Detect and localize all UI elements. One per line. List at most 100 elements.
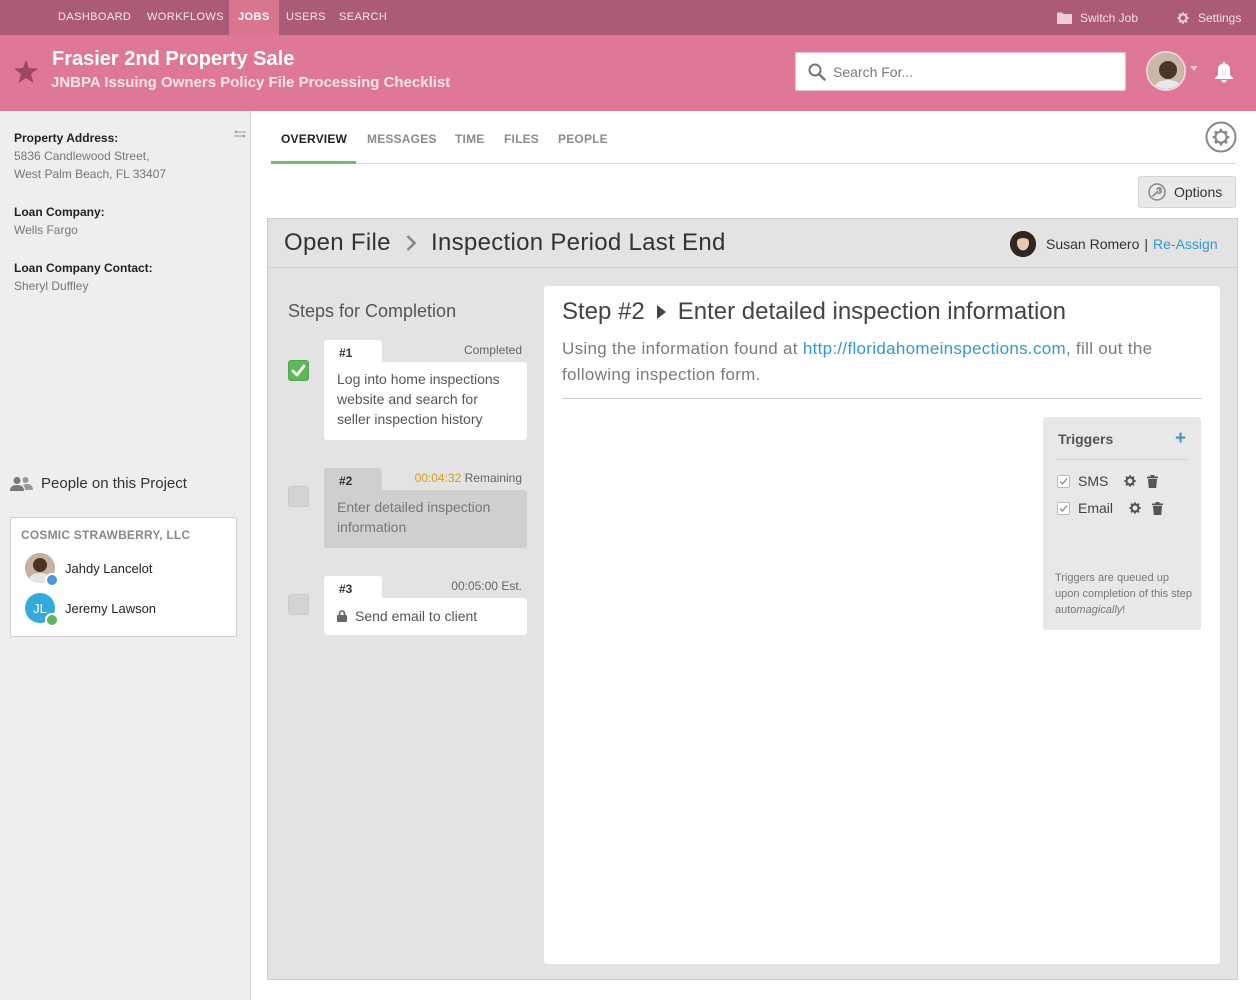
gear-icon <box>1177 11 1189 24</box>
person-jeremy-lawson[interactable]: JL Jeremy Lawson <box>25 593 157 627</box>
sidebar: Property Address: 5836 Candlewood Street… <box>0 111 251 1000</box>
step-3-checkbox[interactable] <box>288 594 309 615</box>
nav-users[interactable]: USERS <box>277 0 335 35</box>
step-label: Step #2 <box>562 298 645 325</box>
active-tab-indicator <box>271 161 356 164</box>
user-avatar[interactable] <box>1146 51 1186 91</box>
nav-jobs[interactable]: JOBS <box>229 0 279 35</box>
people-section-header: People on this Project <box>10 475 187 492</box>
lock-icon <box>337 610 347 622</box>
switch-job-label: Switch Job <box>1080 10 1139 25</box>
trash-icon[interactable] <box>1152 501 1163 515</box>
nav-search[interactable]: SEARCH <box>330 0 396 35</box>
step-2-status: 00:04:32 Remaining <box>398 471 522 485</box>
step-2-number: #2 <box>324 468 382 490</box>
step-3-status-text: Est. <box>501 579 522 593</box>
checkbox-icon[interactable] <box>1057 501 1070 515</box>
star-icon[interactable] <box>14 60 38 83</box>
loan-contact-label: Loan Company Contact: <box>14 261 153 275</box>
search-box <box>795 52 1126 91</box>
triggers-box: Triggers + SMS Email Triggers are queued… <box>1043 417 1201 630</box>
options-button[interactable]: Options <box>1138 176 1236 208</box>
property-address-label: Property Address: <box>14 131 119 145</box>
star-badge-icon <box>45 573 59 587</box>
add-trigger-button[interactable]: + <box>1175 428 1186 450</box>
switch-job-link[interactable]: Switch Job <box>1057 0 1138 35</box>
wrench-icon <box>1148 183 1166 201</box>
step-2-checkbox[interactable] <box>288 486 309 507</box>
top-nav: DASHBOARD WORKFLOWS JOBS USERS SEARCH Sw… <box>0 0 1256 35</box>
person-name: Jeremy Lawson <box>65 600 157 616</box>
note-end: ! <box>1122 604 1126 616</box>
tab-bar: OVERVIEW MESSAGES TIME FILES PEOPLE <box>271 111 1236 164</box>
step-1-card[interactable]: Log into home inspections website and se… <box>324 362 527 440</box>
gear-icon[interactable] <box>1123 474 1137 488</box>
tab-messages[interactable]: MESSAGES <box>367 132 437 146</box>
job-subtitle: JNBPA Issuing Owners Policy File Process… <box>51 74 451 91</box>
reassign-link[interactable]: Re-Assign <box>1153 236 1218 252</box>
check-icon <box>291 364 306 377</box>
nav-dashboard[interactable]: DASHBOARD <box>49 0 140 35</box>
avatar: JL <box>25 593 59 627</box>
nav-workflows[interactable]: WORKFLOWS <box>138 0 233 35</box>
divider <box>1056 459 1187 460</box>
chevron-down-icon[interactable] <box>1190 66 1198 71</box>
caret-right-icon <box>656 305 666 319</box>
step-detail: Step #2 Enter detailed inspection inform… <box>544 286 1220 964</box>
key-badge-icon <box>45 613 59 627</box>
loan-company-value: Wells Fargo <box>14 223 78 237</box>
step-title: Enter detailed inspection information <box>677 298 1066 325</box>
workflow-panel: Open File Inspection Period Last End Sus… <box>267 218 1238 980</box>
collapse-sidebar-icon[interactable] <box>234 129 246 139</box>
step-2-card[interactable]: Enter detailed inspection information <box>324 490 527 548</box>
person-jahdy-lancelot[interactable]: Jahdy Lancelot <box>25 553 152 587</box>
search-input[interactable] <box>833 61 1113 83</box>
tab-files[interactable]: FILES <box>504 132 539 146</box>
step-3-card[interactable]: Send email to client <box>324 598 527 635</box>
trigger-name: Email <box>1078 500 1114 516</box>
desc-text-before: Using the information found at <box>562 339 803 358</box>
trigger-email: Email <box>1057 500 1173 516</box>
trigger-sms: SMS <box>1057 473 1168 489</box>
property-address-line1: 5836 Candlewood Street, <box>14 149 150 163</box>
avatar-initials: JL <box>33 600 47 616</box>
folder-icon <box>1057 12 1072 24</box>
breadcrumb-current-stage: Inspection Period Last End <box>431 229 726 256</box>
trash-icon[interactable] <box>1147 474 1158 488</box>
step-2-timer: 00:04:32 <box>414 471 462 485</box>
step-1-number: #1 <box>324 340 382 362</box>
steps-title: Steps for Completion <box>288 301 457 321</box>
company-card: COSMIC STRAWBERRY, LLC Jahdy Lancelot JL… <box>10 517 237 637</box>
step-3-status: 00:05:00 Est. <box>398 579 522 593</box>
avatar <box>25 553 59 587</box>
panel-header: Open File Inspection Period Last End Sus… <box>268 219 1237 268</box>
inspection-site-link[interactable]: http://floridahomeinspections.com <box>803 339 1066 358</box>
triggers-note: Triggers are queued up upon completion o… <box>1055 570 1195 618</box>
people-section-title: People on this Project <box>41 475 187 492</box>
tab-overview[interactable]: OVERVIEW <box>281 132 347 146</box>
divider <box>562 398 1202 399</box>
step-1-status-text: Completed <box>463 343 522 357</box>
assignee-name: Susan Romero <box>1046 236 1140 252</box>
options-label: Options <box>1174 184 1223 200</box>
people-icon <box>10 476 33 491</box>
settings-link[interactable]: Settings <box>1176 0 1241 35</box>
company-name: COSMIC STRAWBERRY, LLC <box>21 528 191 542</box>
chevron-right-icon <box>406 235 416 251</box>
property-address-line2: West Palm Beach, FL 33407 <box>14 167 167 181</box>
bell-icon[interactable] <box>1214 61 1234 83</box>
assignee: Susan Romero | Re-Assign <box>1010 231 1218 257</box>
gear-icon[interactable] <box>1128 501 1142 515</box>
checkbox-icon[interactable] <box>1057 474 1070 488</box>
step-1-checkbox[interactable] <box>288 360 309 381</box>
loan-contact-value: Sheryl Duffley <box>14 279 89 293</box>
step-3-text: Send email to client <box>355 608 478 624</box>
gear-icon[interactable] <box>1205 121 1237 153</box>
step-1-status: Completed <box>418 343 522 357</box>
job-header: Frasier 2nd Property Sale JNBPA Issuing … <box>0 35 1256 111</box>
step-heading: Step #2 Enter detailed inspection inform… <box>562 298 1066 326</box>
breadcrumb-open-file[interactable]: Open File <box>284 229 391 257</box>
tab-time[interactable]: TIME <box>455 132 484 146</box>
tab-people[interactable]: PEOPLE <box>558 132 608 146</box>
loan-company-label: Loan Company: <box>14 205 105 219</box>
